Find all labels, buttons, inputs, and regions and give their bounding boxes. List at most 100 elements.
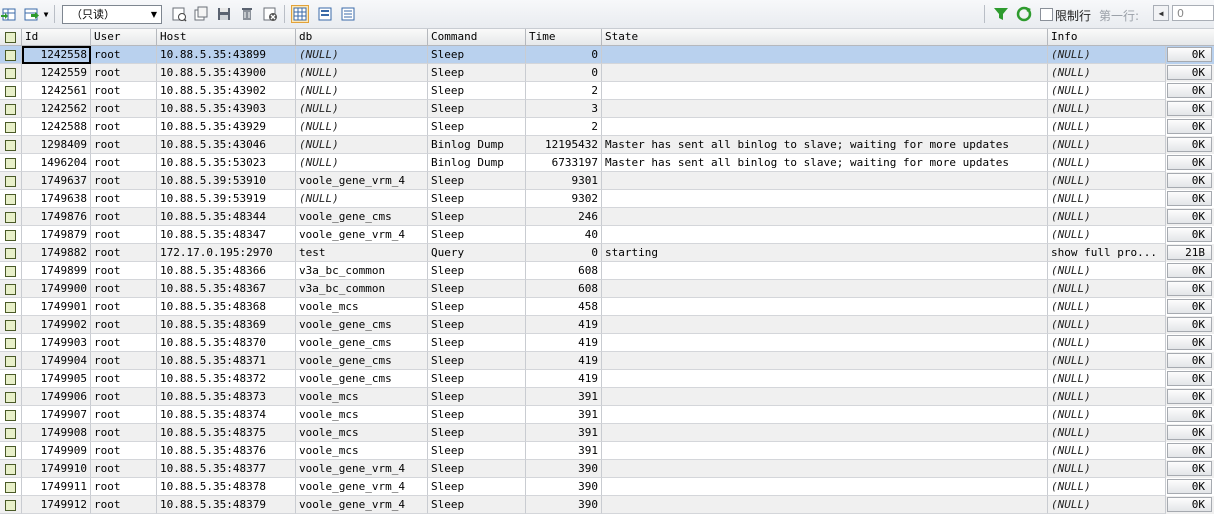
cell-db[interactable]: voole_gene_vrm_4 (296, 496, 428, 514)
cell-time[interactable]: 0 (526, 244, 602, 262)
cell-info[interactable]: (NULL) (1048, 100, 1166, 118)
cell-host[interactable]: 10.88.5.35:43929 (157, 118, 296, 136)
row-checkbox-cell[interactable] (0, 298, 22, 316)
blob-size-button[interactable]: 0K (1167, 83, 1212, 98)
cell-host[interactable]: 10.88.5.35:43900 (157, 64, 296, 82)
cell-id[interactable]: 1749911 (22, 478, 91, 496)
cell-time[interactable]: 40 (526, 226, 602, 244)
cell-state[interactable] (602, 118, 1048, 136)
cell-user[interactable]: root (91, 298, 157, 316)
row-checkbox[interactable] (5, 140, 16, 151)
cell-time[interactable]: 391 (526, 406, 602, 424)
table-row[interactable]: 1242561 root 10.88.5.35:43902 (NULL) Sleep 2(… (0, 82, 1214, 100)
cell-host[interactable]: 10.88.5.39:53910 (157, 172, 296, 190)
cell-id[interactable]: 1749908 (22, 424, 91, 442)
table-row[interactable]: 1749905 root 10.88.5.35:48372 voole_gene_cm… (0, 370, 1214, 388)
row-checkbox-cell[interactable] (0, 154, 22, 172)
blob-size-button[interactable]: 0K (1167, 335, 1212, 350)
row-checkbox[interactable] (5, 104, 16, 115)
cell-db[interactable]: voole_gene_cms (296, 334, 428, 352)
cell-time[interactable]: 419 (526, 370, 602, 388)
table-row[interactable]: 1242559 root 10.88.5.35:43900 (NULL) Sleep 0(… (0, 64, 1214, 82)
cell-db[interactable]: voole_mcs (296, 298, 428, 316)
cell-time[interactable]: 6733197 (526, 154, 602, 172)
cell-info[interactable]: (NULL) (1048, 226, 1166, 244)
new-query-icon[interactable] (170, 5, 188, 23)
cell-state[interactable] (602, 316, 1048, 334)
prev-page-icon[interactable]: ◀ (1153, 5, 1169, 21)
table-row[interactable]: 1749638 root 10.88.5.39:53919 (NULL) Sleep 93… (0, 190, 1214, 208)
blob-size-button[interactable]: 0K (1167, 281, 1212, 296)
col-header-time[interactable]: Time (526, 29, 602, 46)
row-checkbox[interactable] (5, 392, 16, 403)
row-checkbox[interactable] (5, 158, 16, 169)
cell-user[interactable]: root (91, 64, 157, 82)
cell-user[interactable]: root (91, 388, 157, 406)
row-checkbox[interactable] (5, 374, 16, 385)
cell-state[interactable] (602, 496, 1048, 514)
cell-time[interactable]: 3 (526, 100, 602, 118)
cell-state[interactable] (602, 172, 1048, 190)
cell-id[interactable]: 1749900 (22, 280, 91, 298)
cell-id[interactable]: 1242562 (22, 100, 91, 118)
blob-size-button[interactable]: 0K (1167, 299, 1212, 314)
cell-state[interactable] (602, 424, 1048, 442)
blob-size-button[interactable]: 0K (1167, 227, 1212, 242)
cell-db[interactable]: voole_gene_vrm_4 (296, 226, 428, 244)
blob-size-button[interactable]: 0K (1167, 263, 1212, 278)
cell-db[interactable]: (NULL) (296, 46, 428, 64)
table-row[interactable]: 1749904 root 10.88.5.35:48371 voole_gene_cm… (0, 352, 1214, 370)
cell-cmd[interactable]: Sleep (428, 424, 526, 442)
cell-user[interactable]: root (91, 46, 157, 64)
cell-cmd[interactable]: Sleep (428, 226, 526, 244)
row-checkbox-cell[interactable] (0, 172, 22, 190)
cell-cmd[interactable]: Sleep (428, 388, 526, 406)
cell-time[interactable]: 419 (526, 334, 602, 352)
cell-host[interactable]: 10.88.5.35:48373 (157, 388, 296, 406)
cell-time[interactable]: 391 (526, 442, 602, 460)
cell-user[interactable]: root (91, 280, 157, 298)
row-checkbox[interactable] (5, 122, 16, 133)
cell-cmd[interactable]: Sleep (428, 370, 526, 388)
blob-size-button[interactable]: 0K (1167, 443, 1212, 458)
row-checkbox-cell[interactable] (0, 424, 22, 442)
cell-cmd[interactable]: Sleep (428, 352, 526, 370)
blob-size-button[interactable]: 0K (1167, 209, 1212, 224)
cell-state[interactable]: Master has sent all binlog to slave; wai… (602, 154, 1048, 172)
row-checkbox-cell[interactable] (0, 370, 22, 388)
blob-size-button[interactable]: 0K (1167, 155, 1212, 170)
cell-state[interactable] (602, 262, 1048, 280)
cell-user[interactable]: root (91, 172, 157, 190)
cell-host[interactable]: 10.88.5.35:48370 (157, 334, 296, 352)
cell-id[interactable]: 1749882 (22, 244, 91, 262)
cell-info[interactable]: (NULL) (1048, 334, 1166, 352)
row-checkbox[interactable] (5, 230, 16, 241)
cell-db[interactable]: voole_gene_vrm_4 (296, 478, 428, 496)
cell-state[interactable] (602, 208, 1048, 226)
cell-time[interactable]: 9301 (526, 172, 602, 190)
table-row[interactable]: 1242562 root 10.88.5.35:43903 (NULL) Sleep 3(… (0, 100, 1214, 118)
table-row[interactable]: 1749903 root 10.88.5.35:48370 voole_gene_cm… (0, 334, 1214, 352)
col-header-command[interactable]: Command (428, 29, 526, 46)
col-header-user[interactable]: User (91, 29, 157, 46)
table-row[interactable]: 1496204 root 10.88.5.35:53023 (NULL) Binlog … (0, 154, 1214, 172)
cell-info[interactable]: (NULL) (1048, 370, 1166, 388)
cell-user[interactable]: root (91, 100, 157, 118)
select-all-header[interactable] (0, 29, 22, 46)
cell-info[interactable]: (NULL) (1048, 406, 1166, 424)
cell-info[interactable]: (NULL) (1048, 352, 1166, 370)
cell-time[interactable]: 0 (526, 46, 602, 64)
cell-id[interactable]: 1749899 (22, 262, 91, 280)
cell-id[interactable]: 1749912 (22, 496, 91, 514)
row-checkbox[interactable] (5, 356, 16, 367)
cell-time[interactable]: 391 (526, 388, 602, 406)
cell-id[interactable]: 1298409 (22, 136, 91, 154)
cell-cmd[interactable]: Query (428, 244, 526, 262)
row-checkbox[interactable] (5, 266, 16, 277)
row-checkbox[interactable] (5, 248, 16, 259)
cell-user[interactable]: root (91, 316, 157, 334)
cell-state[interactable] (602, 334, 1048, 352)
cell-host[interactable]: 10.88.5.35:48374 (157, 406, 296, 424)
blob-size-button[interactable]: 0K (1167, 65, 1212, 80)
cell-cmd[interactable]: Sleep (428, 442, 526, 460)
